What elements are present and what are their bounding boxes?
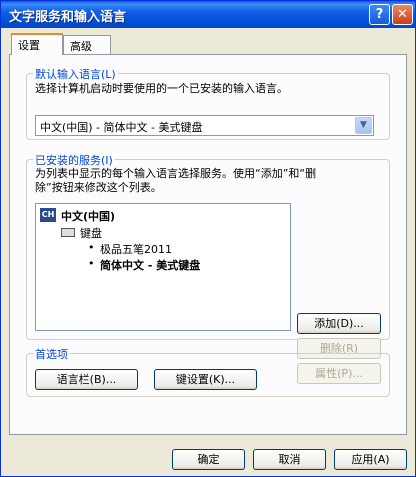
installed-services-description-line2: 除”按钮来修改这个列表。 (35, 181, 162, 194)
title-bar[interactable]: 文字服务和输入语言 ? ✕ (1, 1, 415, 28)
preferences-group-label: 首选项 (33, 346, 70, 362)
add-button[interactable]: 添加(D)... (297, 313, 381, 334)
help-button[interactable]: ? (369, 4, 390, 25)
dialog-window: 文字服务和输入语言 ? ✕ 设置 高级 默认输入语言(L) 选择计算机启动时要使… (0, 0, 416, 477)
tree-item-wubi[interactable]: 极品五笔2011 (100, 241, 172, 257)
keyboard-icon (61, 228, 75, 237)
tree-item-bullet-icon: • (88, 257, 95, 270)
default-language-value: 中文(中国) - 简体中文 - 美式键盘 (40, 121, 203, 134)
close-button[interactable]: ✕ (392, 4, 413, 25)
tree-item-us-keyboard[interactable]: 简体中文 - 美式键盘 (100, 257, 200, 273)
installed-services-description-line1: 为列表中显示的每个输入语言选择服务。使用“添加”和“删 (35, 167, 317, 180)
default-language-description: 选择计算机启动时要使用的一个已安装的输入语言。 (35, 82, 288, 95)
tree-language[interactable]: 中文(中国) (61, 208, 115, 224)
services-tree[interactable]: CH 中文(中国) 键盘 • 极品五笔2011 • 简体中文 - 美式键盘 (35, 203, 291, 331)
cancel-button[interactable]: 取消 (253, 449, 326, 470)
language-ch-icon: CH (40, 208, 56, 222)
key-settings-button[interactable]: 键设置(K)... (154, 369, 257, 390)
default-language-group-label: 默认输入语言(L) (33, 66, 118, 82)
tab-page: 默认输入语言(L) 选择计算机启动时要使用的一个已安装的输入语言。 中文(中国)… (9, 54, 407, 435)
default-language-select[interactable]: 中文(中国) - 简体中文 - 美式键盘 ▼ (35, 115, 374, 136)
preferences-group: 首选项 语言栏(B)... 键设置(K)... (26, 346, 390, 397)
default-language-group: 默认输入语言(L) 选择计算机启动时要使用的一个已安装的输入语言。 中文(中国)… (26, 66, 390, 140)
chevron-down-icon[interactable]: ▼ (355, 117, 372, 134)
tree-item-bullet-icon: • (88, 241, 95, 254)
window-title: 文字服务和输入语言 (9, 10, 127, 25)
installed-services-group: 已安装的服务(I) 为列表中显示的每个输入语言选择服务。使用“添加”和“删 除”… (26, 152, 390, 384)
language-bar-button[interactable]: 语言栏(B)... (35, 369, 138, 390)
tab-advanced[interactable]: 高级 (63, 35, 111, 54)
tab-settings[interactable]: 设置 (11, 33, 63, 55)
installed-services-group-label: 已安装的服务(I) (33, 152, 115, 168)
ok-button[interactable]: 确定 (172, 449, 245, 470)
tree-category-keyboard[interactable]: 键盘 (80, 225, 102, 241)
apply-button[interactable]: 应用(A) (334, 449, 407, 470)
